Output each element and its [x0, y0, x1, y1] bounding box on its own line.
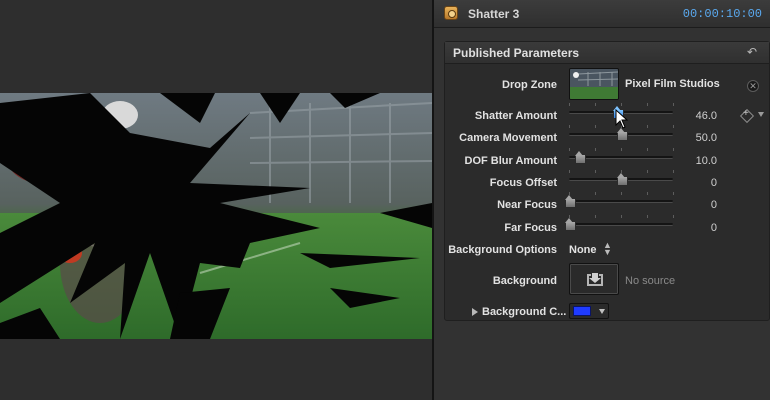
- inspector-pane: Shatter 3 00:00:10:00 Published Paramete…: [434, 0, 770, 400]
- slider-tick: [647, 192, 648, 195]
- param-value-camera-movement[interactable]: 50.0: [677, 132, 717, 144]
- panel-header: Published Parameters ↶: [445, 42, 769, 64]
- slider-tick: [621, 192, 622, 195]
- slider-tick: [673, 103, 674, 106]
- pointer-cursor-icon: [615, 109, 629, 129]
- slider-thumb[interactable]: [575, 151, 587, 164]
- clear-icon[interactable]: ✕: [747, 80, 759, 92]
- slider-tick: [673, 148, 674, 151]
- popup-stepper-icon[interactable]: ▲ ▼: [603, 241, 612, 257]
- published-parameters-panel: Published Parameters ↶ Drop Zone Pixel F…: [444, 41, 770, 321]
- param-label-far-focus: Far Focus: [504, 222, 557, 234]
- background-color-label[interactable]: Background C...: [482, 306, 566, 318]
- effect-clip-icon: [444, 6, 458, 20]
- drop-zone-label: Drop Zone: [502, 79, 557, 91]
- slider-tick: [621, 215, 622, 218]
- param-value-near-focus[interactable]: 0: [677, 199, 717, 211]
- slider-tick: [673, 125, 674, 128]
- clip-title: Shatter 3: [468, 7, 520, 21]
- near-focus-slider[interactable]: [565, 192, 674, 208]
- slider-tick: [595, 148, 596, 151]
- background-options-popup[interactable]: None: [569, 244, 597, 256]
- param-label-shatter-amount: Shatter Amount: [474, 110, 557, 122]
- drop-zone-source-name: Pixel Film Studios: [625, 78, 720, 90]
- param-value-dof-blur-amount[interactable]: 10.0: [677, 155, 717, 167]
- panel-title: Published Parameters: [453, 46, 580, 60]
- viewer-pane: [0, 0, 432, 400]
- chevron-down-icon[interactable]: [599, 309, 605, 314]
- background-label: Background: [492, 275, 557, 287]
- disclosure-triangle-icon[interactable]: [472, 308, 478, 316]
- slider-thumb[interactable]: [617, 128, 628, 141]
- slider-thumb[interactable]: [565, 195, 576, 208]
- slider-tick: [621, 170, 622, 173]
- param-value-shatter-amount[interactable]: 46.0: [677, 110, 717, 122]
- slider-thumb[interactable]: [565, 218, 576, 231]
- slider-tick: [647, 170, 648, 173]
- slider-tick: [647, 215, 648, 218]
- background-well[interactable]: [569, 263, 619, 295]
- slider-tick: [569, 192, 570, 195]
- keyframe-menu-arrow-icon[interactable]: [758, 112, 764, 117]
- far-focus-slider[interactable]: [565, 215, 674, 231]
- slider-tick: [569, 125, 570, 128]
- slider-tick: [647, 125, 648, 128]
- slider-thumb[interactable]: [617, 173, 628, 186]
- background-no-source: No source: [625, 275, 676, 287]
- param-label-near-focus: Near Focus: [497, 199, 557, 211]
- background-options-label: Background Options: [448, 244, 557, 256]
- drop-zone-well[interactable]: [569, 68, 619, 100]
- param-value-far-focus[interactable]: 0: [677, 222, 717, 234]
- slider-tick: [569, 103, 570, 106]
- inspector-header: Shatter 3 00:00:10:00: [434, 0, 770, 28]
- slider-tick: [673, 192, 674, 195]
- slider-tick: [569, 215, 570, 218]
- drop-target-icon: [587, 273, 603, 286]
- slider-tick: [595, 103, 596, 106]
- add-keyframe-icon[interactable]: [740, 108, 752, 121]
- dof-blur-amount-slider[interactable]: [569, 148, 674, 164]
- slider-tick: [621, 148, 622, 151]
- slider-tick: [569, 148, 570, 151]
- color-swatch[interactable]: [573, 306, 591, 316]
- focus-offset-slider[interactable]: [569, 170, 674, 186]
- drop-zone-thumbnail: [570, 69, 618, 99]
- slider-tick: [595, 192, 596, 195]
- slider-tick: [595, 170, 596, 173]
- param-label-camera-movement: Camera Movement: [459, 132, 557, 144]
- slider-tick: [569, 170, 570, 173]
- param-label-dof-blur-amount: DOF Blur Amount: [464, 155, 557, 167]
- slider-tick: [647, 148, 648, 151]
- slider-tick: [673, 215, 674, 218]
- slider-tick: [595, 215, 596, 218]
- slider-tick: [621, 103, 622, 106]
- clip-timecode: 00:00:10:00: [682, 7, 762, 21]
- background-color-well[interactable]: [569, 303, 609, 319]
- slider-tick: [673, 170, 674, 173]
- param-value-focus-offset[interactable]: 0: [677, 177, 717, 189]
- shattered-frame-image: [0, 93, 432, 339]
- viewer-video-frame[interactable]: [0, 93, 432, 339]
- reset-icon[interactable]: ↶: [747, 46, 759, 58]
- param-label-focus-offset: Focus Offset: [489, 177, 557, 189]
- slider-tick: [647, 103, 648, 106]
- slider-tick: [595, 125, 596, 128]
